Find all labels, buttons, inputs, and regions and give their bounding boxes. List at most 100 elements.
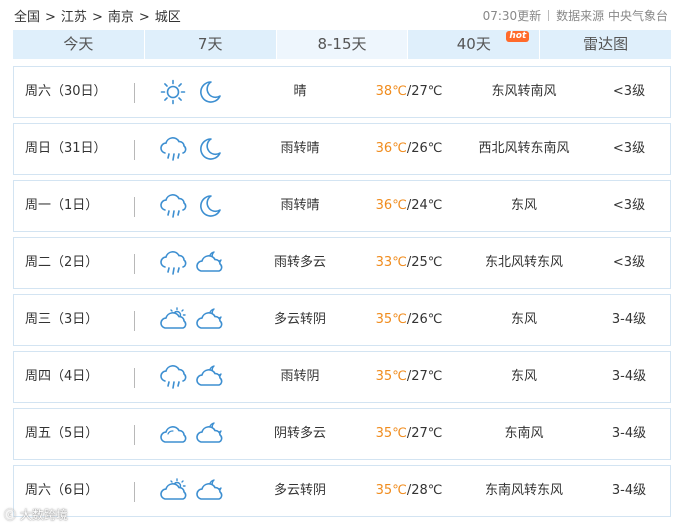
partly-cloudy-icon — [160, 478, 187, 500]
moon-icon — [200, 81, 221, 103]
high-temp: 35℃ — [375, 312, 407, 327]
weather-icons — [160, 79, 240, 105]
low-temp: /27℃ — [406, 426, 443, 441]
high-temp: 36℃ — [375, 198, 407, 213]
wind-level: <3级 — [612, 84, 646, 99]
partly-cloudy-icon — [160, 307, 187, 329]
forecast-row: 周二（2日） 雨转多云 33℃/25℃ 东北风转东风 <3级 — [13, 237, 671, 289]
weather-description: 雨转阴 — [280, 369, 320, 384]
forecast-list: 周六（30日）晴 38℃/27℃ 东风转南风 <3级 周日（31日） 雨转晴 36℃/26℃… — [13, 66, 671, 522]
cloudy-night-icon — [196, 422, 223, 443]
weather-icons — [160, 136, 240, 162]
moon-icon — [200, 195, 221, 217]
wind-direction: 东北风转东风 — [484, 255, 563, 270]
temperature: 35℃/26℃ — [364, 295, 454, 345]
forecast-tabs: 今天 7天 8-15天 40天 hot 雷达图 — [13, 30, 671, 59]
rain-icon — [160, 365, 187, 389]
weather-icons — [160, 193, 240, 219]
update-info: 07:30更新 数据来源 中央气象台 — [483, 7, 668, 24]
high-temp: 35℃ — [375, 369, 407, 384]
update-time: 07:30更新 — [482, 9, 542, 23]
wind-direction: 西北风转东南风 — [478, 141, 570, 156]
tab-40-days[interactable]: 40天 hot — [408, 30, 541, 59]
data-source: 数据来源 中央气象台 — [556, 9, 668, 23]
weather-icons — [160, 364, 240, 390]
low-temp: /26℃ — [406, 312, 443, 327]
tab-radar[interactable]: 雷达图 — [540, 30, 671, 59]
tab-today[interactable]: 今天 — [13, 30, 145, 59]
breadcrumb: 全国 > 江苏 > 南京 > 城区 — [14, 6, 181, 25]
temperature: 35℃/27℃ — [364, 409, 454, 459]
low-temp: /28℃ — [406, 483, 443, 498]
wind-level: <3级 — [612, 198, 646, 213]
breadcrumb-district[interactable]: 城区 — [155, 10, 181, 25]
tab-8-15-days[interactable]: 8-15天 — [276, 30, 409, 59]
weather-icons — [160, 421, 240, 447]
wind-level: <3级 — [612, 141, 646, 156]
row-divider — [134, 368, 135, 388]
row-divider — [134, 425, 135, 445]
wind-level: 3-4级 — [611, 312, 647, 327]
weather-description: 雨转晴 — [280, 141, 320, 156]
wind-level: 3-4级 — [611, 483, 647, 498]
meta-divider — [548, 10, 550, 21]
temperature: 35℃/27℃ — [364, 352, 454, 402]
forecast-row: 周四（4日） 雨转阴 35℃/27℃ 东风 3-4级 — [13, 351, 671, 403]
cloudy-night-icon — [196, 365, 223, 386]
forecast-row: 周五（5日） 阴转多云 35℃/27℃ 东南风 3-4级 — [13, 408, 671, 460]
wind-direction: 东风 — [510, 198, 537, 213]
breadcrumb-nanjing[interactable]: 南京 — [108, 10, 134, 25]
forecast-date: 周三（3日） — [25, 312, 99, 327]
low-temp: /26℃ — [406, 141, 443, 156]
forecast-date: 周一（1日） — [25, 198, 99, 213]
weather-description: 多云转阴 — [273, 312, 326, 327]
weather-icons — [160, 307, 240, 333]
breadcrumb-separator: > — [91, 10, 103, 25]
high-temp: 35℃ — [375, 426, 407, 441]
cloudy-night-icon — [196, 479, 223, 500]
high-temp: 36℃ — [375, 141, 407, 156]
high-temp: 35℃ — [375, 483, 407, 498]
watermark: ⓒ 大数跨境 — [4, 508, 68, 522]
temperature: 35℃/28℃ — [364, 466, 454, 516]
cloudy-night-icon — [196, 308, 223, 329]
wind-direction: 东风 — [510, 312, 537, 327]
temperature: 33℃/25℃ — [364, 238, 454, 288]
forecast-row: 周六（6日） 多云转阴 35℃/28℃ 东南风转东风 3-4级 — [13, 465, 671, 517]
weather-icons — [160, 250, 240, 276]
low-temp: /25℃ — [406, 255, 443, 270]
weather-icons — [160, 478, 240, 504]
forecast-date: 周五（5日） — [25, 426, 99, 441]
watermark-text: 大数跨境 — [19, 508, 68, 522]
high-temp: 38℃ — [375, 84, 407, 99]
breadcrumb-jiangsu[interactable]: 江苏 — [61, 10, 87, 25]
wind-direction: 东风转南风 — [491, 84, 557, 99]
weather-description: 晴 — [293, 84, 307, 99]
breadcrumb-national[interactable]: 全国 — [14, 10, 40, 25]
row-divider — [134, 254, 135, 274]
forecast-date: 周四（4日） — [25, 369, 99, 384]
weather-description: 雨转晴 — [280, 198, 320, 213]
row-divider — [134, 83, 135, 103]
forecast-date: 周二（2日） — [25, 255, 99, 270]
tab-7-days[interactable]: 7天 — [144, 30, 277, 59]
row-divider — [134, 311, 135, 331]
rain-icon — [160, 251, 187, 275]
row-divider — [134, 482, 135, 502]
weather-description: 阴转多云 — [273, 426, 326, 441]
temperature: 36℃/24℃ — [364, 181, 454, 231]
hot-badge: hot — [506, 31, 530, 42]
wind-level: 3-4级 — [611, 369, 647, 384]
row-divider — [134, 140, 135, 160]
tab-40-days-label: 40天 — [456, 35, 491, 53]
wind-direction: 东南风 — [504, 426, 544, 441]
top-bar: 全国 > 江苏 > 南京 > 城区 07:30更新 数据来源 中央气象台 — [0, 0, 690, 28]
forecast-date: 周日（31日） — [25, 141, 107, 156]
overcast-icon — [160, 426, 187, 443]
rain-icon — [160, 137, 187, 161]
forecast-row: 周一（1日） 雨转晴 36℃/24℃ 东风 <3级 — [13, 180, 671, 232]
forecast-date: 周六（30日） — [25, 84, 107, 99]
weather-description: 多云转阴 — [273, 483, 326, 498]
breadcrumb-separator: > — [45, 10, 56, 25]
sun-icon — [160, 79, 186, 105]
